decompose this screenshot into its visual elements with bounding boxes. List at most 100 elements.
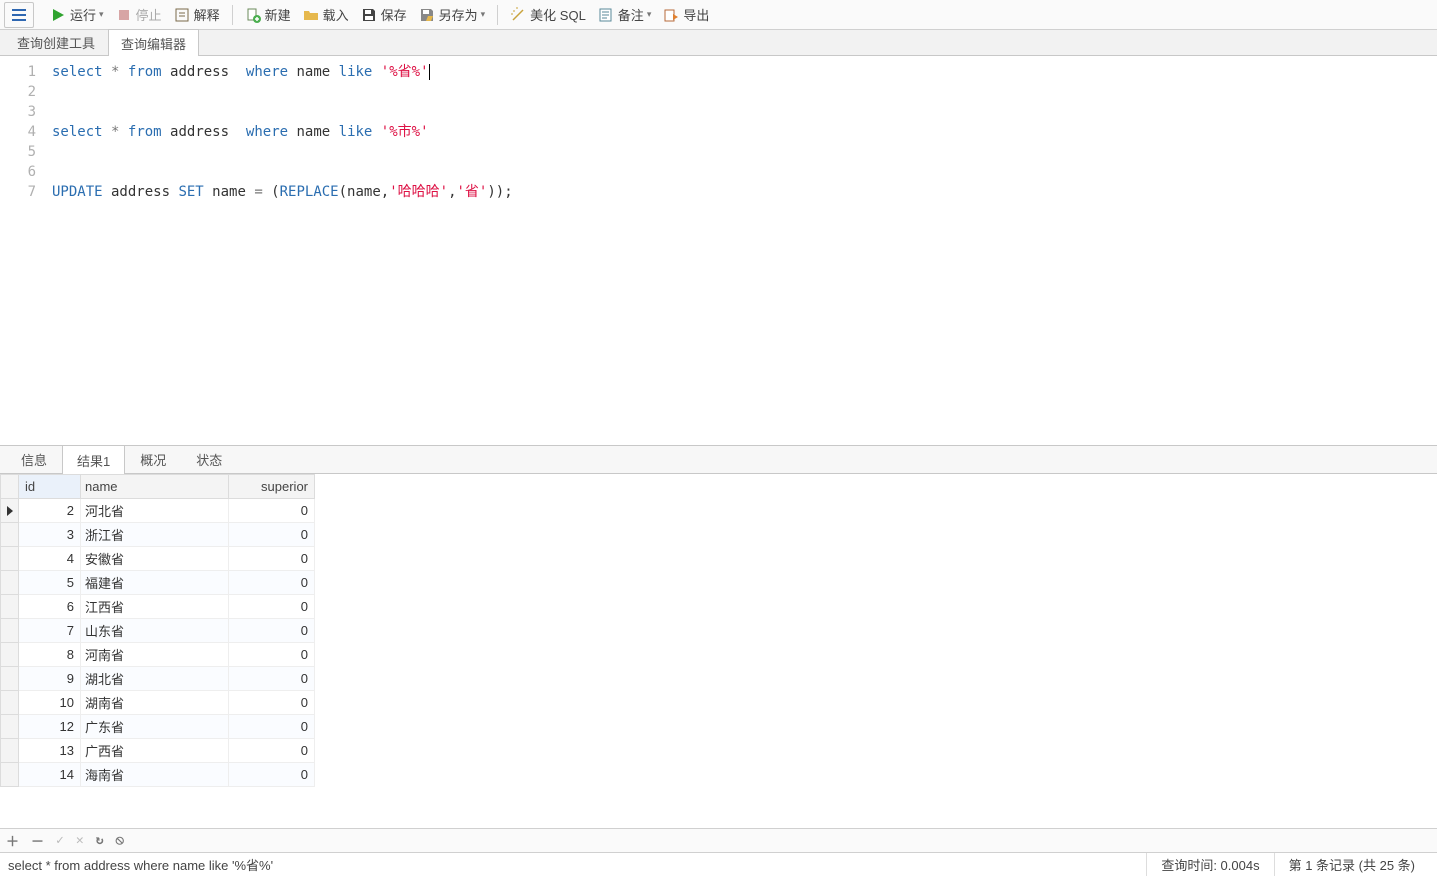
table-row[interactable]: 4安徽省0	[1, 547, 315, 571]
notes-label: 备注	[618, 5, 644, 24]
stop-icon	[116, 7, 132, 23]
editor-tabs: 查询创建工具 查询编辑器	[0, 30, 1437, 56]
table-row[interactable]: 12广东省0	[1, 715, 315, 739]
tab-status[interactable]: 状态	[181, 444, 237, 473]
stop-fetch-button[interactable]: ⦸	[116, 833, 124, 848]
status-time: 查询时间: 0.004s	[1146, 853, 1273, 876]
stop-label: 停止	[136, 5, 162, 24]
result-grid-container[interactable]: idnamesuperior 2河北省03浙江省04安徽省05福建省06江西省0…	[0, 474, 1437, 828]
line-gutter: 1234567	[0, 56, 44, 445]
folder-open-icon	[303, 7, 319, 23]
explain-button[interactable]: 解释	[168, 2, 226, 28]
stop-button[interactable]: 停止	[110, 2, 168, 28]
column-header[interactable]: superior	[229, 475, 315, 499]
wand-icon	[510, 7, 526, 23]
cell[interactable]: 7	[19, 619, 81, 643]
dropdown-icon: ▾	[481, 9, 486, 20]
tab-query-editor[interactable]: 查询编辑器	[108, 29, 199, 56]
save-as-button[interactable]: 另存为 ▾	[413, 2, 492, 28]
cell[interactable]: 0	[229, 739, 315, 763]
cell[interactable]: 4	[19, 547, 81, 571]
cell[interactable]: 福建省	[81, 571, 229, 595]
code-area[interactable]: select * from address where name like '%…	[44, 56, 1437, 445]
run-button[interactable]: 运行 ▾	[44, 2, 110, 28]
sql-editor[interactable]: 1234567 select * from address where name…	[0, 56, 1437, 446]
cell[interactable]: 2	[19, 499, 81, 523]
cell[interactable]: 0	[229, 571, 315, 595]
explain-icon	[174, 7, 190, 23]
tab-query-builder[interactable]: 查询创建工具	[4, 28, 108, 55]
cell[interactable]: 0	[229, 547, 315, 571]
table-row[interactable]: 5福建省0	[1, 571, 315, 595]
cell[interactable]: 广东省	[81, 715, 229, 739]
cell[interactable]: 9	[19, 667, 81, 691]
load-label: 载入	[323, 5, 349, 24]
explain-label: 解释	[194, 5, 220, 24]
column-header[interactable]: name	[81, 475, 229, 499]
refresh-button[interactable]: ↻	[96, 833, 104, 848]
add-row-button[interactable]: ＋	[6, 831, 19, 850]
tab-info[interactable]: 信息	[6, 444, 62, 473]
cell[interactable]: 0	[229, 643, 315, 667]
cell[interactable]: 0	[229, 763, 315, 787]
cell[interactable]: 海南省	[81, 763, 229, 787]
cell[interactable]: 河南省	[81, 643, 229, 667]
cell[interactable]: 0	[229, 691, 315, 715]
cell[interactable]: 0	[229, 595, 315, 619]
cell[interactable]: 0	[229, 619, 315, 643]
beautify-label: 美化 SQL	[530, 5, 586, 24]
cell[interactable]: 12	[19, 715, 81, 739]
table-row[interactable]: 2河北省0	[1, 499, 315, 523]
cell[interactable]: 10	[19, 691, 81, 715]
cell[interactable]: 江西省	[81, 595, 229, 619]
save-icon	[361, 7, 377, 23]
table-row[interactable]: 10湖南省0	[1, 691, 315, 715]
cell[interactable]: 3	[19, 523, 81, 547]
cancel-button[interactable]: ✕	[76, 833, 84, 848]
status-bar: select * from address where name like '%…	[0, 852, 1437, 876]
grid-edit-toolbar: ＋ － ✓ ✕ ↻ ⦸	[0, 828, 1437, 852]
beautify-button[interactable]: 美化 SQL	[504, 2, 592, 28]
toolbar-separator	[497, 5, 498, 25]
cell[interactable]: 6	[19, 595, 81, 619]
cell[interactable]: 湖北省	[81, 667, 229, 691]
hamburger-icon	[12, 9, 26, 21]
run-label: 运行	[70, 5, 96, 24]
cell[interactable]: 0	[229, 499, 315, 523]
commit-button[interactable]: ✓	[56, 833, 64, 848]
new-button[interactable]: 新建	[239, 2, 297, 28]
table-row[interactable]: 3浙江省0	[1, 523, 315, 547]
hamburger-menu-button[interactable]	[4, 2, 34, 28]
cell[interactable]: 山东省	[81, 619, 229, 643]
cell[interactable]: 浙江省	[81, 523, 229, 547]
table-row[interactable]: 8河南省0	[1, 643, 315, 667]
column-header[interactable]: id	[19, 475, 81, 499]
table-row[interactable]: 9湖北省0	[1, 667, 315, 691]
result-grid[interactable]: idnamesuperior 2河北省03浙江省04安徽省05福建省06江西省0…	[0, 474, 315, 787]
table-row[interactable]: 6江西省0	[1, 595, 315, 619]
cell[interactable]: 8	[19, 643, 81, 667]
cell[interactable]: 0	[229, 523, 315, 547]
cell[interactable]: 13	[19, 739, 81, 763]
row-pointer-icon	[1, 499, 19, 523]
delete-row-button[interactable]: －	[31, 831, 44, 850]
new-label: 新建	[265, 5, 291, 24]
table-row[interactable]: 14海南省0	[1, 763, 315, 787]
export-button[interactable]: 导出	[657, 2, 715, 28]
cell[interactable]: 安徽省	[81, 547, 229, 571]
cell[interactable]: 广西省	[81, 739, 229, 763]
cell[interactable]: 0	[229, 715, 315, 739]
table-row[interactable]: 13广西省0	[1, 739, 315, 763]
notes-button[interactable]: 备注 ▾	[592, 2, 658, 28]
table-row[interactable]: 7山东省0	[1, 619, 315, 643]
tab-result1[interactable]: 结果1	[62, 445, 125, 474]
tab-profile[interactable]: 概况	[125, 444, 181, 473]
save-button[interactable]: 保存	[355, 2, 413, 28]
cell[interactable]: 5	[19, 571, 81, 595]
dropdown-icon: ▾	[647, 9, 652, 20]
cell[interactable]: 0	[229, 667, 315, 691]
cell[interactable]: 河北省	[81, 499, 229, 523]
load-button[interactable]: 载入	[297, 2, 355, 28]
cell[interactable]: 14	[19, 763, 81, 787]
cell[interactable]: 湖南省	[81, 691, 229, 715]
